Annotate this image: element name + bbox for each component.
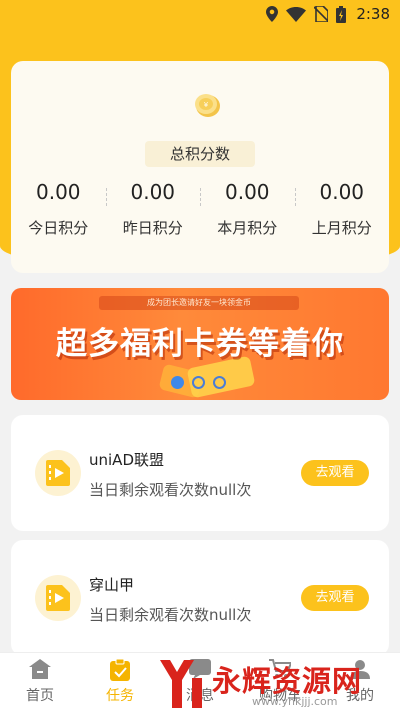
- promo-banner[interactable]: 成为团长邀请好友一块领金币 超多福利卡券等着你: [11, 288, 389, 400]
- stat-value: 0.00: [130, 180, 176, 204]
- pagination-dot[interactable]: [192, 376, 205, 389]
- wifi-icon: [286, 6, 307, 22]
- task-title: 穿山甲: [89, 576, 135, 594]
- banner-headline: 超多福利卡券等着你: [56, 326, 344, 362]
- video-icon-wrap: [35, 575, 81, 621]
- task-card-uniad: uniAD联盟 当日剩余观看次数null次 去观看: [11, 415, 389, 531]
- no-sim-icon: [314, 6, 329, 22]
- nav-label: 任务: [106, 688, 134, 704]
- banner-ribbon: 成为团长邀请好友一块领金币: [99, 296, 299, 310]
- task-clipboard-icon: [110, 659, 130, 681]
- status-bar: 2:38: [0, 0, 400, 28]
- user-icon: [350, 660, 370, 679]
- watch-button[interactable]: 去观看: [301, 585, 369, 611]
- nav-item-home[interactable]: 首页: [0, 653, 80, 712]
- stat-today: 0.00 今日积分: [11, 179, 106, 239]
- nav-label: 我的: [346, 688, 374, 704]
- stat-last-month: 0.00 上月积分: [294, 179, 390, 239]
- message-icon: [189, 659, 211, 679]
- stat-value: 0.00: [224, 180, 270, 204]
- nav-item-mine[interactable]: 我的: [320, 653, 400, 712]
- video-icon-wrap: [35, 450, 81, 496]
- coin-icon: ¥: [195, 94, 220, 117]
- bottom-nav: 首页 任务 消息 购物车 我的: [0, 652, 400, 712]
- nav-item-cart[interactable]: 购物车: [240, 653, 320, 712]
- nav-label: 消息: [186, 688, 214, 704]
- nav-label: 购物车: [259, 688, 301, 704]
- task-card-pangle: 穿山甲 当日剩余观看次数null次 去观看: [11, 540, 389, 656]
- status-time: 2:38: [356, 5, 390, 23]
- stat-label: 昨日积分: [122, 219, 183, 237]
- stat-label: 本月积分: [217, 219, 278, 237]
- pagination-dot[interactable]: [171, 376, 184, 389]
- total-points-label: 总积分数: [145, 141, 255, 167]
- location-icon: [266, 6, 279, 22]
- video-icon: [46, 585, 70, 611]
- nav-item-tasks[interactable]: 任务: [80, 653, 160, 712]
- battery-icon: [336, 5, 347, 23]
- task-title: uniAD联盟: [89, 451, 164, 469]
- pagination-dot[interactable]: [213, 376, 226, 389]
- stat-this-month: 0.00 本月积分: [200, 179, 295, 239]
- video-icon: [46, 460, 70, 486]
- svg-text:¥: ¥: [204, 101, 209, 109]
- points-card: ¥ 总积分数 0.00 今日积分 0.00 昨日积分 0.00 本月积分 0.0…: [11, 61, 389, 273]
- home-icon: [29, 659, 51, 679]
- nav-label: 首页: [26, 688, 54, 704]
- stat-yesterday: 0.00 昨日积分: [105, 179, 201, 239]
- task-description: 当日剩余观看次数null次: [89, 606, 252, 624]
- points-stats: 0.00 今日积分 0.00 昨日积分 0.00 本月积分 0.00 上月积分: [11, 179, 389, 239]
- nav-item-messages[interactable]: 消息: [160, 653, 240, 712]
- stat-label: 上月积分: [311, 219, 372, 237]
- watch-button[interactable]: 去观看: [301, 460, 369, 486]
- task-description: 当日剩余观看次数null次: [89, 481, 252, 499]
- cart-icon: [269, 659, 291, 678]
- stat-label: 今日积分: [28, 219, 89, 237]
- stat-value: 0.00: [35, 180, 81, 204]
- stat-value: 0.00: [319, 180, 365, 204]
- banner-pagination: [171, 376, 226, 389]
